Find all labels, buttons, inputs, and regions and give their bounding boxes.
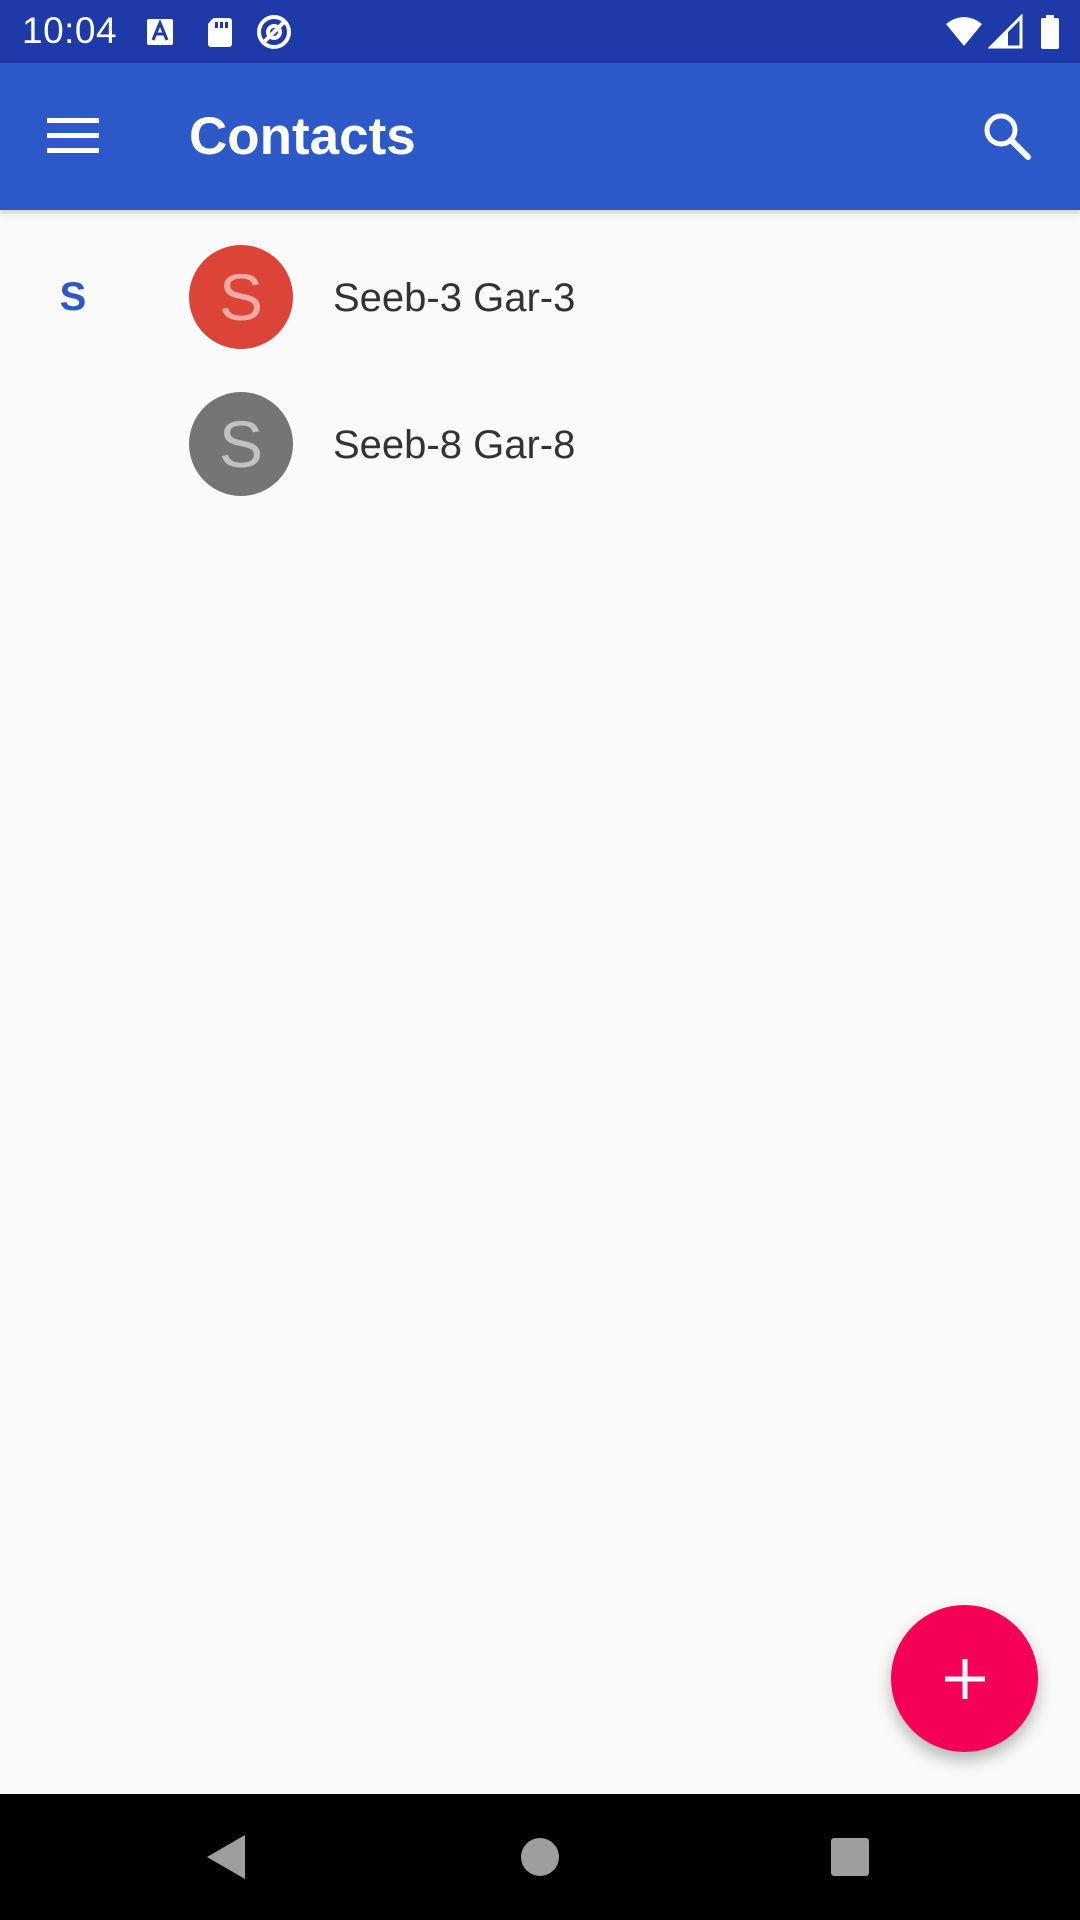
navigation-bar [0, 1794, 1080, 1920]
home-icon [521, 1838, 559, 1876]
signal-icon [988, 14, 1023, 49]
avatar: S [189, 392, 293, 496]
contact-name: Seeb-8 Gar-8 [333, 423, 576, 467]
wifi-icon [946, 17, 982, 46]
menu-button[interactable] [37, 100, 109, 172]
status-bar: 10:04 [0, 0, 1080, 63]
plus-icon [944, 1658, 985, 1699]
app-bar: Contacts [0, 63, 1080, 210]
sd-card-icon [208, 18, 232, 47]
add-contact-button[interactable] [891, 1605, 1038, 1752]
contact-row[interactable]: S Seeb-8 Gar-8 [0, 371, 1080, 518]
avatar: S [189, 245, 293, 349]
at-sign-icon [257, 15, 291, 49]
contact-name: Seeb-3 Gar-3 [333, 276, 576, 320]
contact-row[interactable]: S Seeb-3 Gar-3 [0, 224, 1080, 371]
font-a-icon [147, 19, 173, 45]
search-icon [984, 113, 1031, 160]
app-title: Contacts [189, 107, 416, 166]
battery-icon [1041, 15, 1059, 49]
recents-button[interactable] [814, 1821, 886, 1893]
back-button[interactable] [189, 1821, 261, 1893]
recents-icon [831, 1838, 869, 1876]
home-button[interactable] [504, 1821, 576, 1893]
search-button[interactable] [970, 99, 1044, 173]
back-icon [207, 1835, 245, 1879]
hamburger-menu-icon [47, 118, 99, 153]
status-time: 10:04 [22, 10, 118, 51]
